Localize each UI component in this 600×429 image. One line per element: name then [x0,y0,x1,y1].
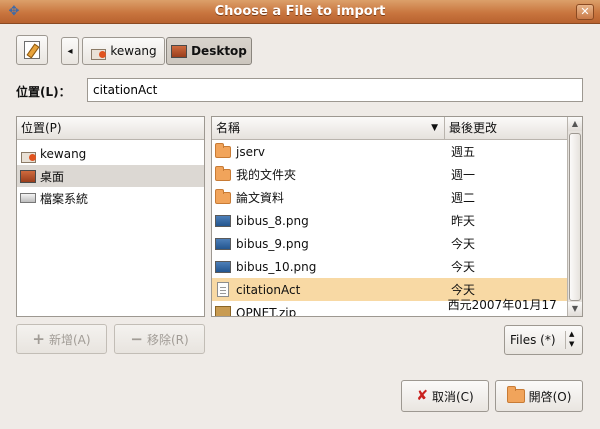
folder-icon [215,165,231,181]
sort-down-icon: ▼ [431,123,438,133]
minus-icon: − [130,330,143,348]
pencil-paper-icon [24,41,40,59]
edit-location-button[interactable] [16,35,48,65]
home-folder-icon [90,44,107,60]
file-name: citationAct [236,282,301,297]
file-date: 週一 [451,168,476,182]
file-list-scrollbar[interactable]: ▲ ▼ [567,117,582,316]
file-list: jserv 週五 我的文件夾 週一 論文資料 週二 bibus_8.png 昨天… [212,140,567,316]
file-date: 西元2007年01月17日 [447,297,557,317]
places-item-label: 桌面 [40,169,65,184]
file-name: bibus_8.png [236,213,309,228]
image-icon [215,237,231,250]
folder-icon [215,142,231,158]
location-input[interactable] [87,78,583,102]
file-date: 週二 [451,191,476,205]
combo-divider [565,331,566,349]
plus-icon: + [32,330,45,348]
file-filter-value: Files (*) [510,333,556,347]
desktop-icon [20,169,36,183]
document-icon [217,282,229,297]
file-row[interactable]: bibus_8.png 昨天 [212,209,567,232]
file-date: 今天 [451,237,476,251]
image-icon [215,260,231,273]
chevron-left-icon: ◂ [67,45,73,57]
file-name: jserv [236,144,266,159]
places-item-filesystem[interactable]: 檔案系統 [17,187,204,209]
file-name: OPNET.zip [236,305,297,317]
column-header-modified[interactable]: 最後更改 [445,117,567,140]
path-segment-desktop[interactable]: Desktop [166,37,252,65]
file-date: 週五 [451,145,476,159]
file-name: bibus_9.png [236,236,309,251]
scrollbar-thumb[interactable] [569,133,581,301]
file-list-panel: 名稱 ▼ 最後更改 jserv 週五 我的文件夾 週一 論文資料 週二 bibu… [211,116,583,317]
column-header-name[interactable]: 名稱 ▼ [212,117,445,140]
drive-icon [20,193,36,203]
image-icon [215,214,231,227]
places-item-home[interactable]: kewang [17,143,204,165]
path-back-button[interactable]: ◂ [61,37,79,65]
cancel-x-icon: ✘ [416,388,428,404]
file-row[interactable]: bibus_10.png 今天 [212,255,567,278]
file-name: 我的文件夾 [236,168,297,182]
updown-arrows-icon: ▲ ▼ [569,330,575,348]
file-name: 論文資料 [236,191,285,205]
file-row[interactable]: OPNET.zip 西元2007年01月17日 [212,298,567,317]
open-label: 開啓(O) [528,389,572,404]
desktop-icon [171,44,188,58]
places-item-label: 檔案系統 [40,191,89,206]
window-title: Choose a File to import [214,4,386,19]
places-header[interactable]: 位置(P) [17,117,204,140]
path-segment-label: kewang [110,44,157,58]
places-item-label: kewang [40,147,87,161]
file-list-header: 名稱 ▼ 最後更改 [212,117,582,140]
title-bar: ✥ Choose a File to import ✕ [0,0,600,24]
file-date: 昨天 [451,214,476,228]
cancel-label: 取消(C) [431,389,474,404]
open-button[interactable]: 開啓(O) [495,380,583,412]
path-segment-label: Desktop [191,44,247,58]
scroll-up-icon[interactable]: ▲ [568,117,582,131]
places-panel: 位置(P) kewang 桌面 檔案系統 [16,116,205,317]
file-row[interactable]: jserv 週五 [212,140,567,163]
remove-bookmark-button[interactable]: − 移除(R) [114,324,205,354]
archive-icon [215,305,231,316]
file-date: 今天 [451,260,476,274]
cancel-button[interactable]: ✘ 取消(C) [401,380,489,412]
remove-bookmark-label: 移除(R) [146,332,189,347]
file-row[interactable]: bibus_9.png 今天 [212,232,567,255]
open-folder-icon [506,386,525,403]
places-item-desktop[interactable]: 桌面 [17,165,204,187]
file-filter-combo[interactable]: Files (*) ▲ ▼ [504,325,583,355]
close-button[interactable]: ✕ [576,4,594,20]
location-label: 位置(L)： [16,85,71,99]
scroll-down-icon[interactable]: ▼ [568,302,582,316]
add-bookmark-label: 新增(A) [49,332,91,347]
home-folder-icon [20,147,36,163]
path-segment-home[interactable]: kewang [82,37,165,65]
folder-icon [215,188,231,204]
add-bookmark-button[interactable]: + 新增(A) [16,324,107,354]
file-row[interactable]: 論文資料 週二 [212,186,567,209]
file-name: bibus_10.png [236,259,317,274]
file-row[interactable]: 我的文件夾 週一 [212,163,567,186]
